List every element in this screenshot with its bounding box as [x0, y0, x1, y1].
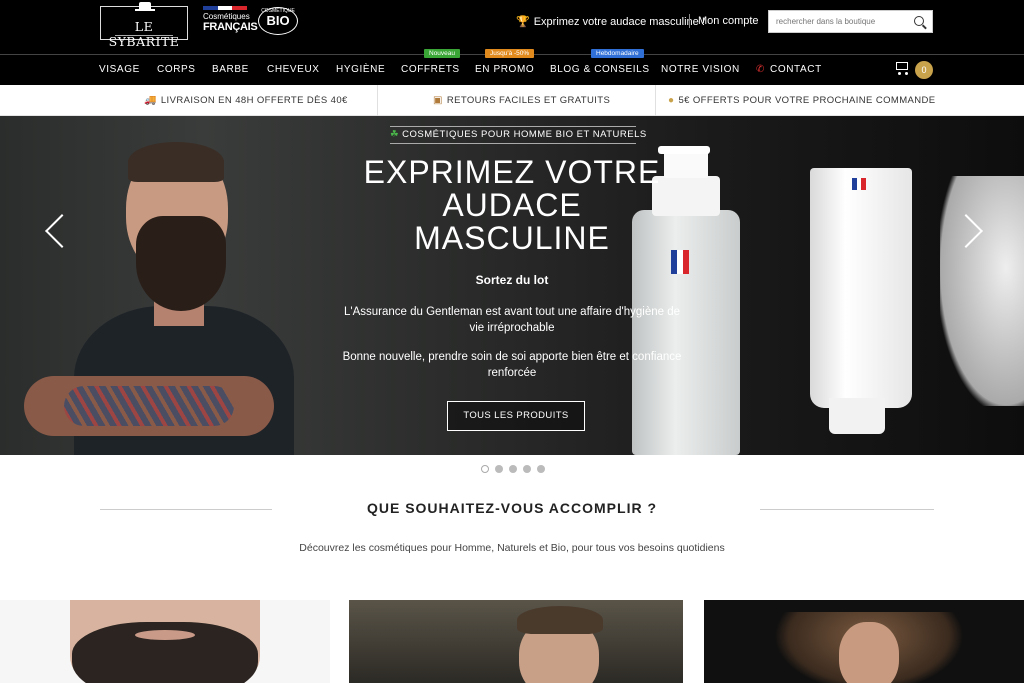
section-title-rule: [100, 509, 272, 510]
cart-icon[interactable]: [893, 60, 909, 75]
hero-tag-text: COSMÉTIQUES POUR HOMME BIO ET NATURELS: [402, 129, 647, 140]
tagline-text: Exprimez votre audace masculine !: [533, 15, 705, 28]
nav-item-blog[interactable]: BLOG & CONSEILS: [550, 64, 650, 75]
hero-paragraph-2: Bonne nouvelle, prendre soin de soi appo…: [342, 351, 682, 379]
top-header: LE SYBARITE Cosmétiques FRANÇAIS COSMÉTI…: [0, 0, 1024, 54]
main-nav: VISAGE CORPS BARBE CHEVEUX HYGIÈNE Nouve…: [0, 49, 1024, 85]
cosmetiques-francais-badge: Cosmétiques FRANÇAIS: [203, 6, 258, 40]
header-divider: [689, 14, 690, 28]
hero-title-line2: AUDACE: [442, 187, 582, 223]
nav-item-visage[interactable]: VISAGE: [99, 64, 140, 75]
brand-logo[interactable]: LE SYBARITE: [100, 2, 188, 49]
category-card-barbe[interactable]: [0, 600, 330, 683]
benefit-delivery-text: LIVRAISON EN 48H OFFERTE DÈS 40€: [160, 95, 348, 106]
slider-dot[interactable]: [481, 465, 489, 473]
trophy-icon: 🏆: [516, 16, 530, 28]
box-icon: ▣: [433, 95, 443, 106]
nav-item-cheveux[interactable]: CHEVEUX: [267, 64, 320, 75]
benefit-coupon: ● 5€ OFFERTS POUR VOTRE PROCHAINE COMMAN…: [668, 95, 936, 106]
hero-model-image: [24, 142, 300, 455]
slider-dot[interactable]: [537, 465, 545, 473]
nav-item-notre-vision[interactable]: NOTRE VISION: [661, 64, 740, 75]
french-flag-icon: [852, 178, 867, 190]
badge-nouveau: Nouveau: [424, 49, 461, 58]
account-link[interactable]: Mon compte: [698, 15, 759, 27]
nav-item-en-promo[interactable]: EN PROMO: [475, 64, 534, 75]
benefit-divider: [655, 85, 656, 116]
hero-paragraph-1: L'Assurance du Gentleman est avant tout …: [344, 306, 680, 334]
slider-dot[interactable]: [523, 465, 531, 473]
search-input[interactable]: [769, 11, 904, 32]
product-tube-image: [810, 168, 912, 408]
all-products-button[interactable]: TOUS LES PRODUITS: [447, 401, 585, 431]
category-card-cheveux[interactable]: [704, 600, 1024, 683]
slider-dot[interactable]: [495, 465, 503, 473]
badge-hebdomadaire: Hebdomadaire: [591, 49, 644, 58]
hero-title-line1: EXPRIMEZ VOTRE: [363, 154, 661, 190]
benefit-coupon-text: 5€ OFFERTS POUR VOTRE PROCHAINE COMMANDE: [678, 95, 936, 106]
benefits-bar: 🚚 LIVRAISON EN 48H OFFERTE DÈS 40€ ▣ RET…: [0, 85, 1024, 116]
cart-count-badge[interactable]: 0: [915, 61, 933, 79]
bio-badge-small-text: COSMÉTIQUE: [261, 8, 295, 14]
search-box: [768, 10, 933, 33]
header-tagline: 🏆 Exprimez votre audace masculine !: [516, 15, 705, 29]
category-card-visage[interactable]: [349, 600, 683, 683]
nav-item-barbe[interactable]: BARBE: [212, 64, 249, 75]
section-title: QUE SOUHAITEZ-VOUS ACCOMPLIR ?: [366, 500, 658, 516]
slider-dot[interactable]: [509, 465, 517, 473]
bottle-pump-head: [658, 146, 710, 154]
search-icon[interactable]: [914, 16, 924, 26]
slider-prev-arrow-icon[interactable]: [42, 211, 66, 251]
benefit-returns: ▣ RETOURS FACILES ET GRATUITS: [433, 95, 610, 106]
section-description: Découvrez les cosmétiques pour Homme, Na…: [299, 542, 725, 554]
bio-badge-label: BIO: [266, 13, 290, 28]
benefit-returns-text: RETOURS FACILES ET GRATUITS: [446, 95, 611, 106]
slider-next-arrow-icon[interactable]: [960, 211, 984, 251]
french-flag-icon: [203, 6, 248, 10]
hero-title-line3: MASCULINE: [414, 220, 610, 256]
top-hat-icon: [135, 2, 155, 11]
badge-promo: Jusqu'à -50%: [485, 49, 535, 58]
nav-item-hygiene[interactable]: HYGIÈNE: [336, 64, 385, 75]
benefit-divider: [377, 85, 378, 116]
clover-icon: ☘: [390, 129, 400, 140]
truck-icon: 🚚: [144, 95, 157, 106]
nav-item-coffrets[interactable]: COFFRETS: [401, 64, 460, 75]
cf-badge-line2: FRANÇAIS: [203, 21, 258, 33]
cf-badge-line1: Cosmétiques: [203, 12, 250, 21]
tube-cap: [829, 398, 885, 434]
coin-icon: ●: [668, 95, 675, 106]
slider-pagination: [481, 465, 545, 473]
hero-subtitle: Sortez du lot: [475, 273, 549, 287]
benefit-delivery: 🚚 LIVRAISON EN 48H OFFERTE DÈS 40€: [144, 95, 348, 106]
phone-icon: ✆: [756, 64, 765, 75]
hero-slider: ☘ COSMÉTIQUES POUR HOMME BIO ET NATURELS…: [0, 116, 1024, 455]
hero-tag: ☘ COSMÉTIQUES POUR HOMME BIO ET NATURELS: [390, 126, 646, 144]
brand-logo-text: LE SYBARITE: [108, 19, 180, 49]
logo-ornament: [115, 35, 173, 36]
nav-item-contact[interactable]: CONTACT: [770, 64, 822, 75]
bio-badge: COSMÉTIQUE BIO: [258, 7, 298, 35]
nav-item-corps[interactable]: CORPS: [157, 64, 196, 75]
hero-title: EXPRIMEZ VOTRE AUDACE MASCULINE: [340, 156, 684, 255]
section-title-rule: [760, 509, 934, 510]
